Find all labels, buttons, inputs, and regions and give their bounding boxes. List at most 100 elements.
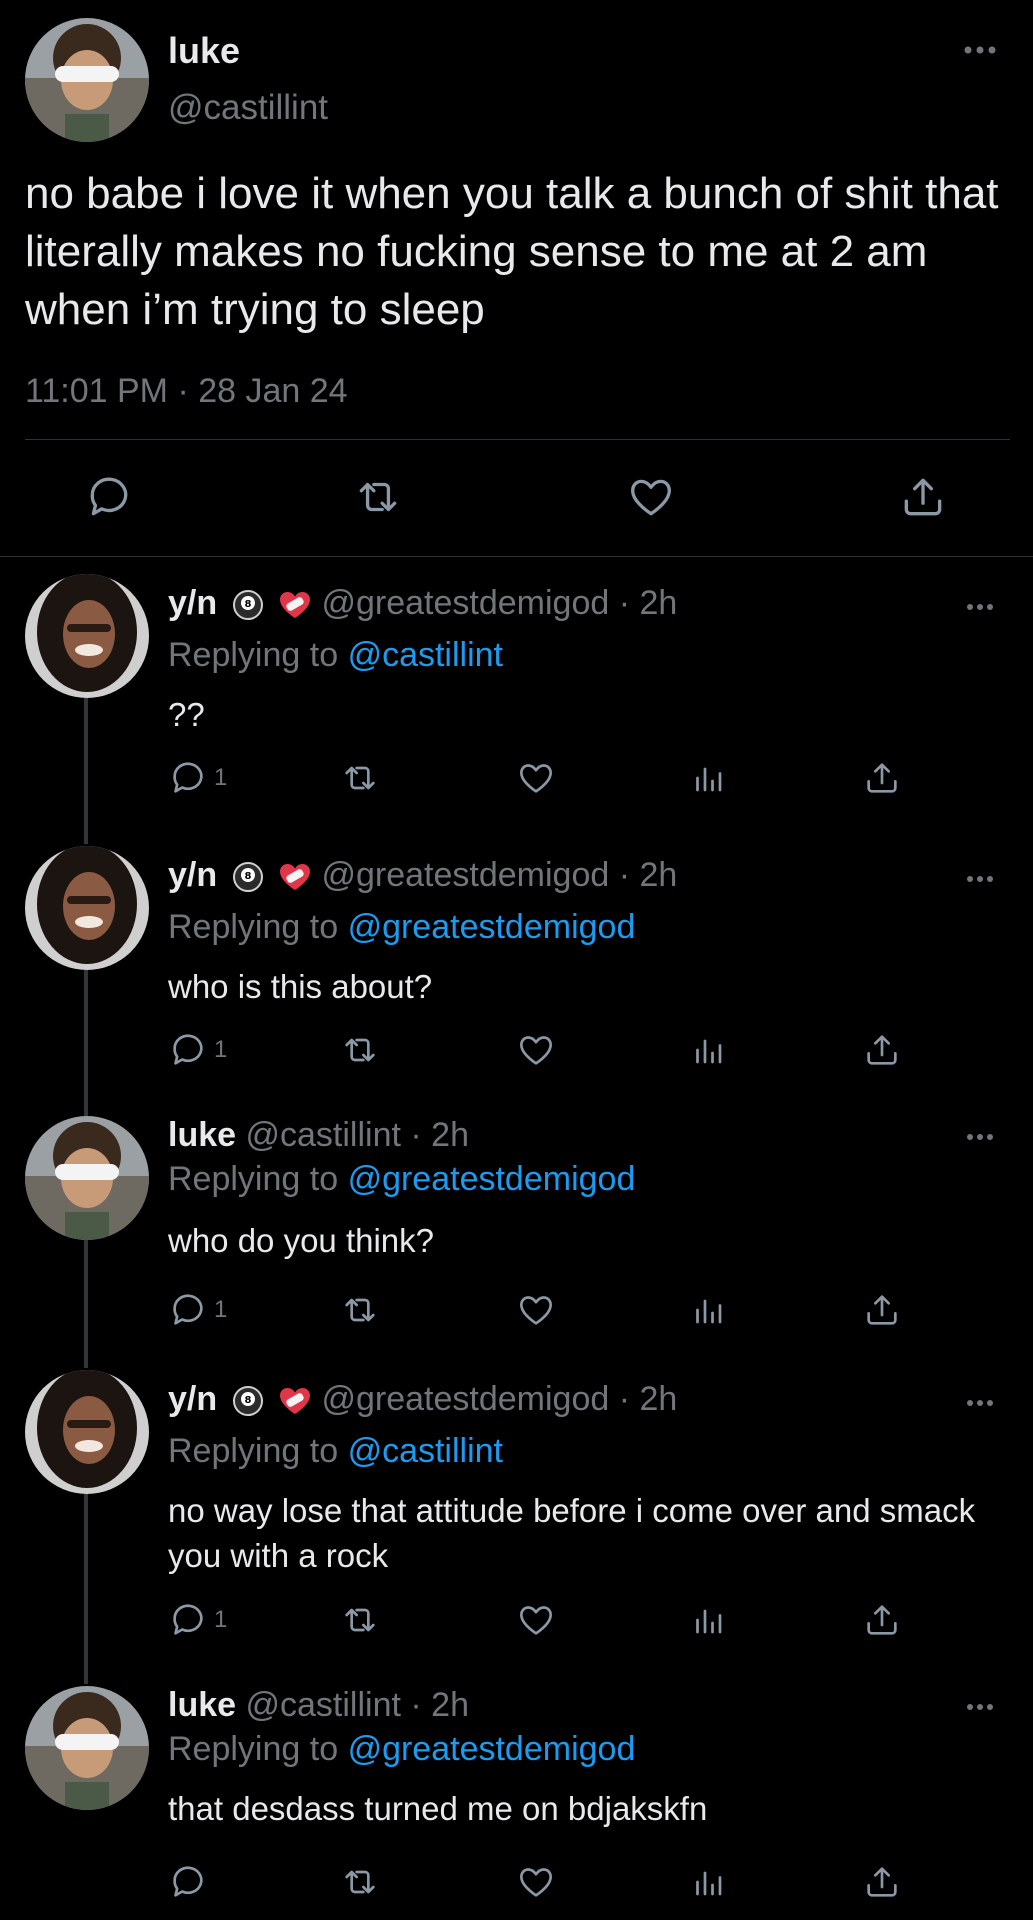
reply-header: luke @castillint · 2h: [168, 1116, 469, 1155]
reply-actions: 1: [0, 1600, 1033, 1650]
analytics-icon[interactable]: [690, 1862, 726, 1902]
like-icon[interactable]: [516, 1290, 556, 1330]
replying-to-handle[interactable]: @greatestdemigod: [348, 908, 636, 946]
share-icon[interactable]: [862, 1862, 902, 1902]
avatar[interactable]: [25, 846, 149, 970]
svg-text:8: 8: [244, 1395, 251, 1406]
tweet-timestamp[interactable]: 11:01 PM · 28 Jan 24: [25, 372, 348, 411]
8-ball-icon: 8: [232, 1386, 263, 1417]
replying-to-label: Replying to: [168, 1160, 339, 1198]
heart-bandage-icon: [278, 862, 312, 892]
more-options-icon[interactable]: [965, 602, 995, 612]
reply-text: no way lose that attitude before i come …: [168, 1492, 976, 1574]
reply-actions: [0, 1862, 1033, 1912]
reply-header: luke @castillint · 2h: [168, 1686, 469, 1725]
retweet-icon[interactable]: [352, 472, 404, 522]
avatar[interactable]: [25, 18, 149, 142]
8-ball-icon: 8: [232, 862, 263, 893]
like-icon[interactable]: [516, 1862, 556, 1902]
svg-text:8: 8: [244, 599, 251, 610]
main-tweet: luke @castillint no babe i love it when …: [0, 0, 1033, 557]
reply-actions: 1: [0, 758, 1033, 808]
more-options-icon[interactable]: [965, 1702, 995, 1712]
like-icon[interactable]: [516, 1030, 556, 1070]
heart-bandage-icon: [278, 1386, 312, 1416]
author-name[interactable]: y/n: [168, 856, 217, 894]
reply-button[interactable]: 1: [168, 1600, 227, 1640]
author-handle[interactable]: @castillint: [246, 1116, 401, 1154]
avatar[interactable]: [25, 574, 149, 698]
reply-time[interactable]: · 2h: [410, 1116, 469, 1154]
share-icon[interactable]: [862, 1600, 902, 1640]
retweet-icon[interactable]: [340, 758, 380, 798]
replying-to-handle[interactable]: @castillint: [348, 636, 503, 674]
replying-to: Replying to @castillint: [168, 1432, 503, 1471]
author-name[interactable]: y/n: [168, 584, 217, 622]
more-options-icon[interactable]: [965, 1132, 995, 1142]
like-icon[interactable]: [516, 758, 556, 798]
replying-to-handle[interactable]: @greatestdemigod: [348, 1160, 636, 1198]
avatar[interactable]: [25, 1116, 149, 1240]
reply-actions: 1: [0, 1030, 1033, 1080]
reply-actions: 1: [0, 1290, 1033, 1340]
reply-time[interactable]: · 2h: [410, 1686, 469, 1724]
author-name[interactable]: luke: [168, 1686, 236, 1724]
replying-to-handle[interactable]: @castillint: [348, 1432, 503, 1470]
more-options-icon[interactable]: [965, 874, 995, 884]
reply-icon: [168, 1862, 208, 1902]
analytics-icon[interactable]: [690, 1600, 726, 1640]
more-options-icon[interactable]: [962, 44, 998, 56]
more-options-icon[interactable]: [965, 1398, 995, 1408]
reply-time[interactable]: · 2h: [619, 584, 678, 622]
reply-icon: [168, 1600, 208, 1640]
thread-line: [84, 1494, 88, 1684]
analytics-icon[interactable]: [690, 1030, 726, 1070]
replying-to-label: Replying to: [168, 1432, 339, 1470]
author-handle[interactable]: @castillint: [246, 1686, 401, 1724]
reply-text: who is this about?: [168, 968, 433, 1005]
reply-icon: [168, 758, 208, 798]
reply-text: that desdass turned me on bdjakskfn: [168, 1790, 708, 1827]
reply-count: 1: [214, 1606, 228, 1633]
tweet-text: no babe i love it when you talk a bunch …: [25, 169, 999, 334]
share-icon[interactable]: [862, 1290, 902, 1330]
analytics-icon[interactable]: [690, 1290, 726, 1330]
reply-icon: [168, 1030, 208, 1070]
reply-time[interactable]: · 2h: [619, 1380, 678, 1418]
reply-text: who do you think?: [168, 1222, 435, 1259]
reply-icon[interactable]: [84, 472, 134, 522]
share-icon[interactable]: [898, 472, 948, 522]
reply-button[interactable]: 1: [168, 1290, 227, 1330]
replying-to-handle[interactable]: @greatestdemigod: [348, 1730, 636, 1768]
replying-to-label: Replying to: [168, 636, 339, 674]
retweet-icon[interactable]: [340, 1030, 380, 1070]
avatar[interactable]: [25, 1686, 149, 1810]
reply-button[interactable]: 1: [168, 1030, 227, 1070]
like-icon[interactable]: [626, 472, 676, 522]
author-handle[interactable]: @greatestdemigod: [321, 1380, 609, 1418]
reply-button[interactable]: [168, 1862, 214, 1902]
analytics-icon[interactable]: [690, 758, 726, 798]
author-name[interactable]: y/n: [168, 1380, 217, 1418]
like-icon[interactable]: [516, 1600, 556, 1640]
share-icon[interactable]: [862, 1030, 902, 1070]
reply-count: 1: [214, 764, 228, 791]
retweet-icon[interactable]: [340, 1600, 380, 1640]
avatar[interactable]: [25, 1370, 149, 1494]
reply-time[interactable]: · 2h: [619, 856, 678, 894]
reply-header: y/n 8 @greatestdemigod · 2h: [168, 856, 677, 895]
replying-to: Replying to @castillint: [168, 636, 503, 675]
replying-to: Replying to @greatestdemigod: [168, 1160, 635, 1199]
author-name[interactable]: luke: [168, 30, 240, 72]
author-name[interactable]: luke: [168, 1116, 236, 1154]
author-handle[interactable]: @greatestdemigod: [321, 584, 609, 622]
svg-text:8: 8: [244, 871, 251, 882]
retweet-icon[interactable]: [340, 1862, 380, 1902]
reply-header: y/n 8 @greatestdemigod · 2h: [168, 1380, 677, 1419]
divider: [25, 439, 1010, 440]
author-handle[interactable]: @greatestdemigod: [321, 856, 609, 894]
author-handle[interactable]: @castillint: [168, 88, 328, 128]
share-icon[interactable]: [862, 758, 902, 798]
retweet-icon[interactable]: [340, 1290, 380, 1330]
reply-button[interactable]: 1: [168, 758, 227, 798]
